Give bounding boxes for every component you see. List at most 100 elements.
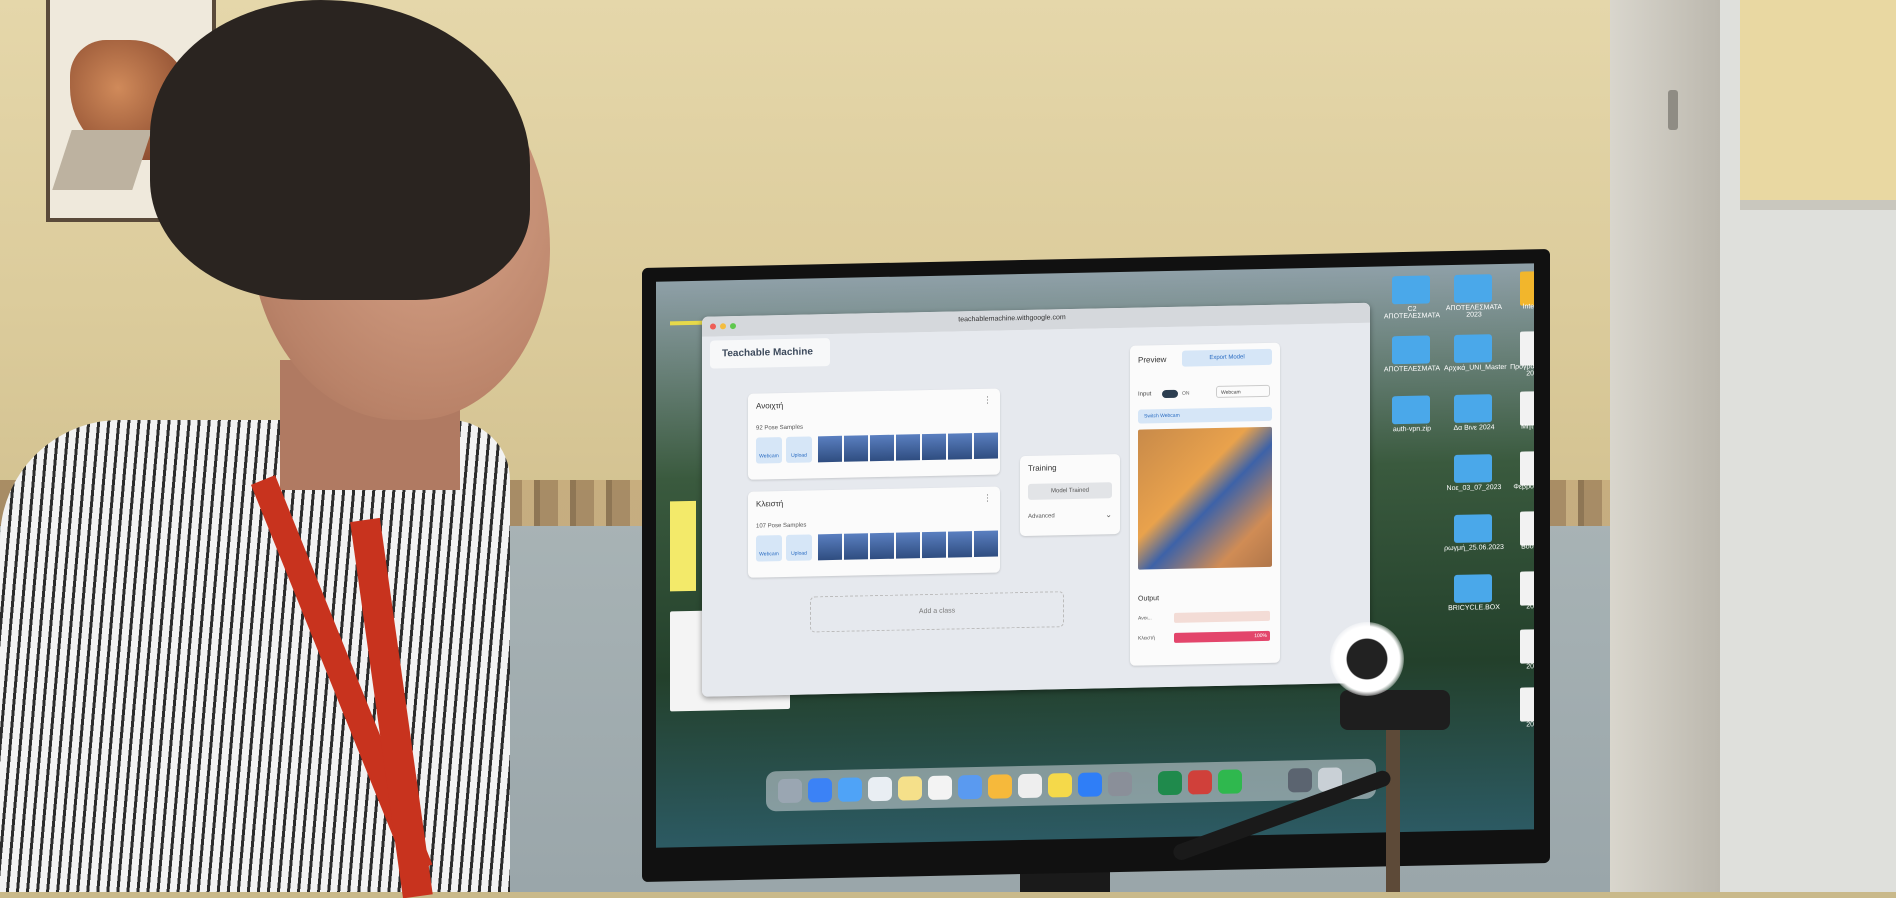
folder-icon[interactable]: [1454, 394, 1492, 423]
folder-icon[interactable]: [1392, 275, 1430, 305]
confidence-bar: [1174, 610, 1270, 623]
upload-label: Upload: [791, 452, 807, 459]
confidence-bar: 100%: [1174, 630, 1270, 643]
minimize-icon[interactable]: [720, 323, 726, 330]
chevron-down-icon[interactable]: ⌄: [1105, 510, 1112, 519]
browser-window: teachablemachine.withgoogle.com Teachabl…: [702, 302, 1370, 697]
upload-label: Upload: [791, 550, 807, 557]
reminders-icon[interactable]: [1018, 773, 1042, 799]
settings-icon[interactable]: [1108, 771, 1132, 797]
chrome-icon[interactable]: [1158, 770, 1182, 796]
app-title[interactable]: Teachable Machine: [710, 338, 830, 369]
sample-thumbnail[interactable]: [948, 531, 972, 558]
desktop-item-label: C2 ΑΠΟΤΕΛΕΣΜΑΤΑ: [1383, 305, 1441, 321]
webcam-label: Webcam: [759, 453, 779, 460]
output-title: Output: [1138, 595, 1160, 603]
training-title: Training: [1028, 463, 1057, 473]
sample-thumbnail[interactable]: [896, 532, 920, 559]
output-label: Ανοι...: [1138, 615, 1152, 622]
upload-button[interactable]: Upload: [786, 534, 812, 561]
safari-icon[interactable]: [838, 777, 862, 802]
preview-title: Preview: [1138, 355, 1167, 365]
launchpad-icon[interactable]: [808, 778, 832, 803]
desktop-item-label: ΑΠΟΤΕΛΕΣΜΑΤΑ 2023: [1445, 303, 1503, 319]
sample-thumbnail[interactable]: [974, 530, 998, 558]
picture-art-base: [52, 130, 152, 190]
folder-icon[interactable]: [1454, 274, 1492, 303]
sample-thumbnail[interactable]: [922, 531, 946, 559]
camera-select[interactable]: Webcam: [1216, 384, 1270, 398]
finder-icon[interactable]: [778, 778, 802, 804]
sample-thumbnail[interactable]: [844, 435, 868, 462]
desktop-item-label: 2015: [1526, 721, 1534, 729]
desktop-item-label: 2023: [1526, 603, 1534, 611]
sample-thumbnail[interactable]: [870, 532, 894, 560]
sample-thumbnail[interactable]: [844, 533, 868, 560]
tripod-head: [1340, 690, 1450, 730]
more-options-icon[interactable]: ⋮: [983, 493, 992, 504]
teachable-machine-page: Teachable Machine Ανοιχτή ⋮ 92 Pose Samp…: [702, 322, 1370, 697]
webcam-button[interactable]: Webcam: [756, 437, 782, 464]
file-icon[interactable]: [1520, 271, 1534, 306]
class-card: Ανοιχτή ⋮ 92 Pose Samples Webcam Upload: [748, 388, 1000, 480]
file-icon[interactable]: [1520, 451, 1534, 486]
class-name[interactable]: Ανοιχτή: [756, 401, 783, 411]
output-label: Κλειστή: [1138, 635, 1156, 642]
close-icon[interactable]: [710, 323, 716, 330]
sample-thumbnail[interactable]: [896, 434, 920, 461]
address-bar[interactable]: teachablemachine.withgoogle.com: [932, 314, 1092, 327]
file-icon[interactable]: [1520, 331, 1534, 366]
folder-icon[interactable]: [1454, 514, 1492, 543]
calendar-icon[interactable]: [928, 775, 952, 801]
folder-icon[interactable]: [1454, 574, 1492, 603]
class-name[interactable]: Κλειστή: [756, 499, 783, 509]
sample-thumbnail[interactable]: [974, 432, 998, 460]
door-window: [1740, 0, 1896, 210]
maps-icon[interactable]: [958, 774, 982, 800]
file-icon[interactable]: [1520, 629, 1534, 664]
more-options-icon[interactable]: ⋮: [983, 395, 992, 406]
folder-icon[interactable]: [1392, 395, 1430, 425]
desktop-item-label: Νοε_03_07_2023: [1446, 483, 1502, 493]
file-icon[interactable]: [1520, 391, 1534, 426]
pages-icon[interactable]: [988, 774, 1012, 799]
add-class-button[interactable]: Add a class: [810, 591, 1064, 633]
folder-icon[interactable]: [1392, 335, 1430, 365]
monitor-screen: C2 ΑΠΟΤΕΛΕΣΜΑΤΑ ΑΠΟΤΕΛΕΣΜΑΤΑ 2023 Intens…: [656, 263, 1534, 848]
sticky-note: [670, 500, 696, 592]
sample-thumbnail[interactable]: [922, 433, 946, 461]
notes-icon[interactable]: [898, 776, 922, 801]
folder-icon[interactable]: [1454, 454, 1492, 483]
desktop-item-label: Intense: [1522, 303, 1534, 311]
switch-webcam-button[interactable]: Switch Webcam: [1138, 406, 1272, 424]
train-model-button[interactable]: Model Trained: [1028, 482, 1112, 500]
advanced-toggle[interactable]: Advanced: [1028, 513, 1055, 520]
desktop-item-label: Προγραμμα ΕΕ 2023: [1510, 363, 1534, 378]
toggle-state: ON: [1182, 390, 1190, 397]
downloads-icon[interactable]: [1288, 767, 1312, 793]
app-store-icon[interactable]: [1078, 772, 1102, 797]
desktop-item-label: Boolean: [1521, 543, 1534, 551]
desktop-item-label: ΑΠΟΤΕΛΕΣΜΑΤΑ: [1383, 365, 1441, 374]
mail-icon[interactable]: [1188, 770, 1212, 795]
photos-icon[interactable]: [868, 776, 892, 802]
export-model-button[interactable]: Export Model: [1182, 348, 1272, 367]
webcam-button[interactable]: Webcam: [756, 535, 782, 562]
file-icon[interactable]: [1520, 511, 1534, 546]
sample-thumbnail[interactable]: [818, 435, 842, 463]
sample-thumbnail[interactable]: [948, 433, 972, 460]
file-icon[interactable]: [1520, 571, 1534, 606]
upload-button[interactable]: Upload: [786, 436, 812, 463]
input-toggle[interactable]: [1162, 389, 1178, 399]
sample-thumbnail[interactable]: [818, 533, 842, 561]
maximize-icon[interactable]: [730, 323, 736, 330]
ring-light: [1330, 622, 1404, 696]
stickies-icon[interactable]: [1048, 772, 1072, 798]
input-label: Input: [1138, 391, 1152, 398]
file-icon[interactable]: [1520, 687, 1534, 722]
desktop-item-label: Αρχικά_UNI_Master: [1444, 363, 1507, 373]
folder-icon[interactable]: [1454, 334, 1492, 363]
sample-thumbnail[interactable]: [870, 434, 894, 462]
spotify-icon[interactable]: [1218, 769, 1242, 794]
door-frame: [1610, 0, 1720, 892]
